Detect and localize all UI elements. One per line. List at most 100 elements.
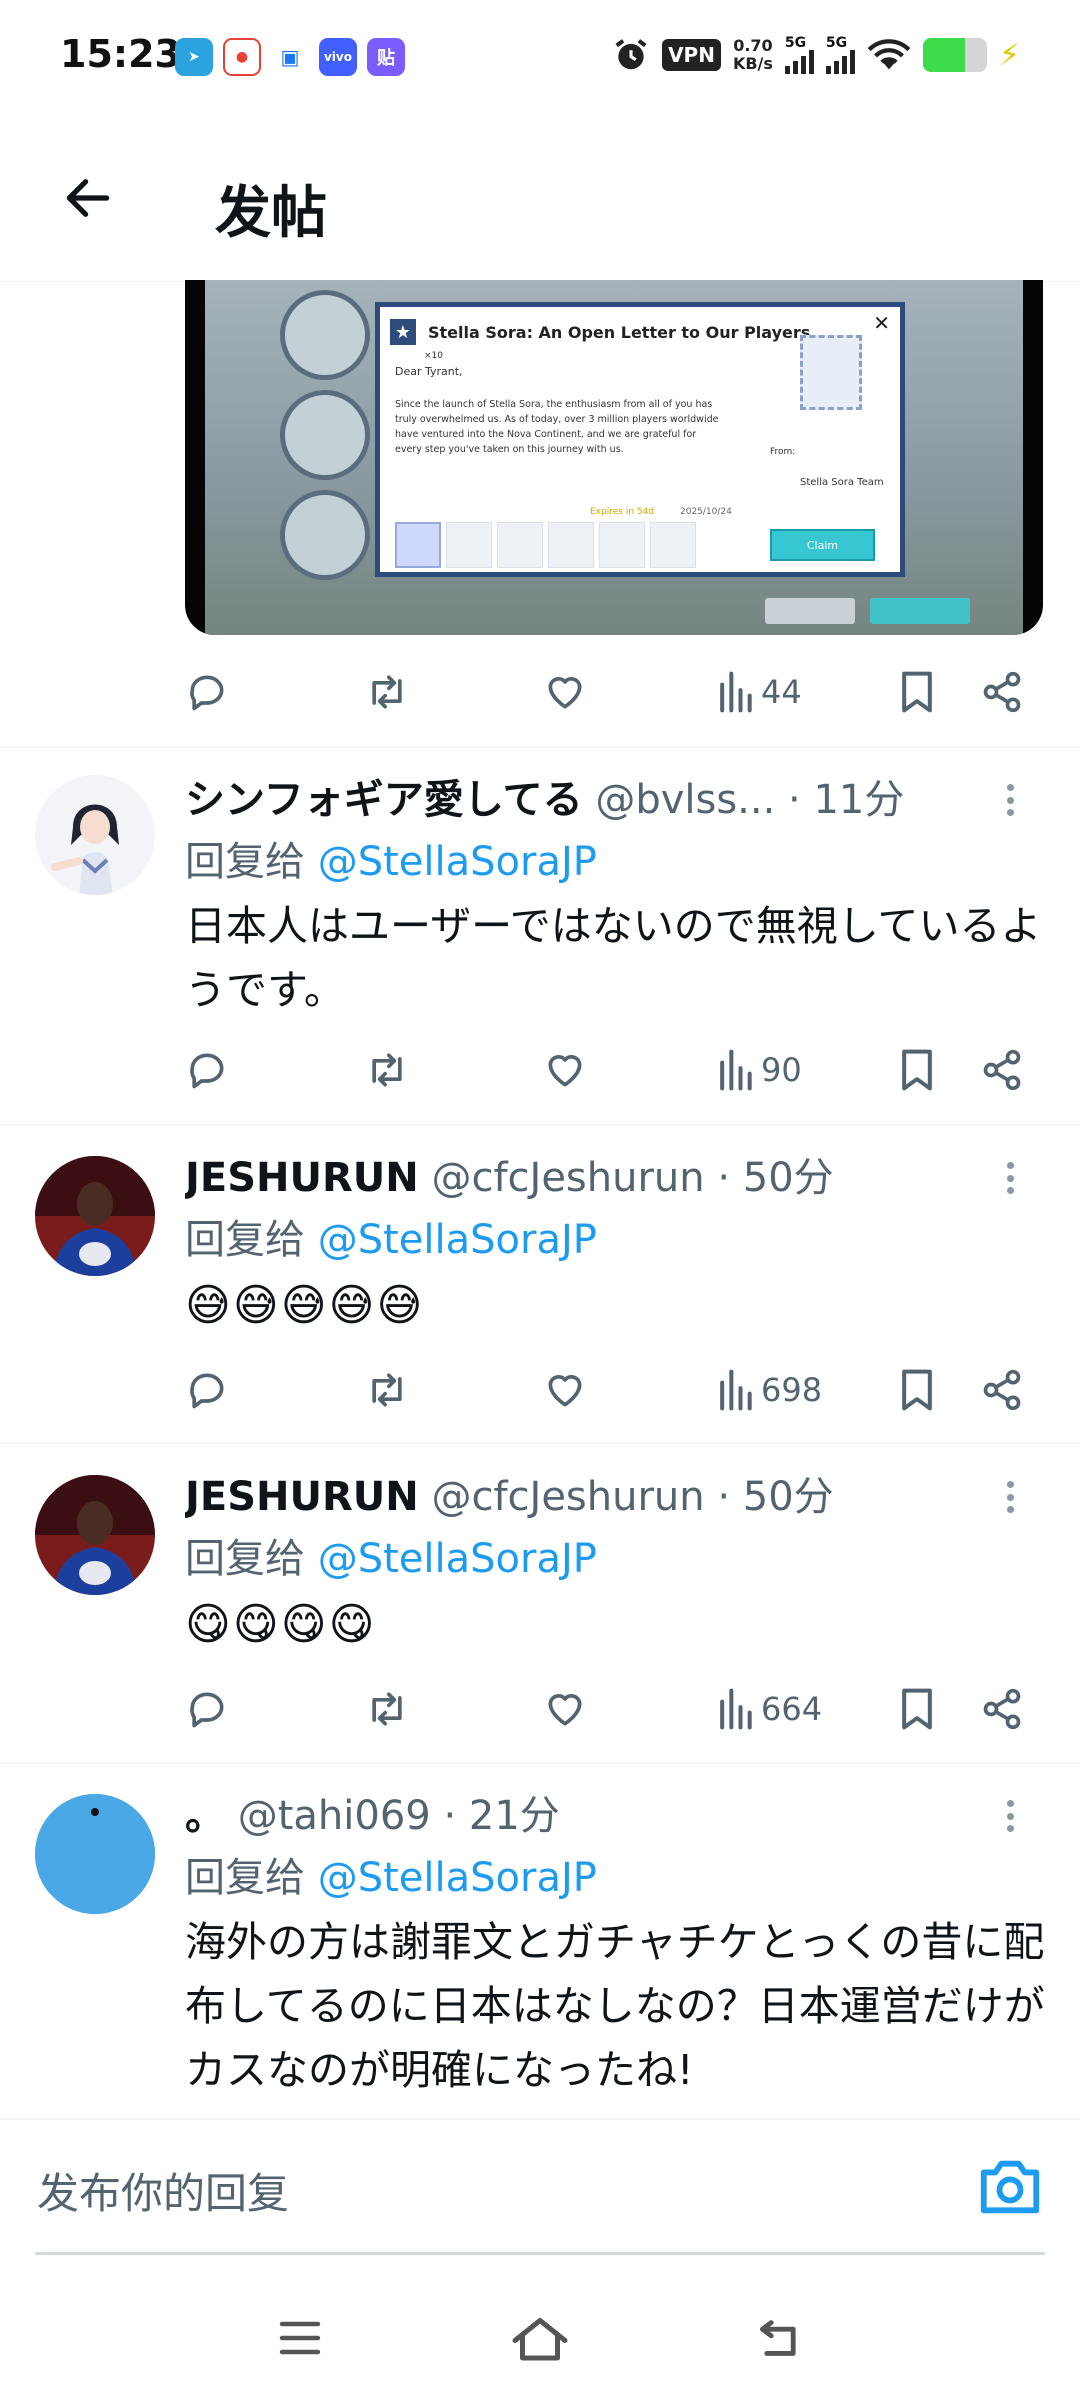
- reply-mention-link[interactable]: @StellaSoraJP: [318, 1855, 597, 1901]
- more-options-icon[interactable]: [990, 1477, 1030, 1517]
- views-button[interactable]: 664: [715, 1679, 822, 1739]
- bookmark-icon: [902, 1049, 932, 1091]
- reply-mention-link[interactable]: @StellaSoraJP: [318, 1217, 597, 1263]
- repost-icon: [372, 675, 402, 709]
- reward-row: [395, 522, 696, 568]
- player-photo-avatar-icon: [35, 1156, 155, 1276]
- reply-button[interactable]: [185, 662, 229, 722]
- back-button[interactable]: [52, 162, 124, 234]
- post-actions: 90: [185, 1040, 1025, 1100]
- post-header: シンフォギア愛してる @bvlss... · 11分: [185, 770, 1005, 830]
- share-button[interactable]: [980, 1040, 1024, 1100]
- avatar[interactable]: [35, 1156, 155, 1276]
- views-button[interactable]: 698: [715, 1360, 822, 1420]
- views-button[interactable]: 90: [715, 1040, 802, 1100]
- reply-button[interactable]: [185, 1360, 229, 1420]
- repost-button[interactable]: [363, 1040, 411, 1100]
- user-handle[interactable]: @bvlss...: [595, 777, 775, 823]
- post-time: · 50分: [717, 1155, 834, 1201]
- post-media-image[interactable]: ★ Stella Sora: An Open Letter to Our Pla…: [185, 280, 1043, 635]
- avatar[interactable]: [35, 1794, 155, 1914]
- back-nav-icon: [759, 2320, 796, 2356]
- like-button[interactable]: [543, 1360, 587, 1420]
- home-icon: [512, 2318, 568, 2361]
- more-options-icon[interactable]: [990, 780, 1030, 820]
- like-button[interactable]: [543, 1679, 587, 1739]
- like-button[interactable]: [543, 1040, 587, 1100]
- views-count: 90: [761, 1051, 802, 1089]
- avatar[interactable]: [35, 1475, 155, 1595]
- top-header: 发帖: [0, 110, 1080, 282]
- home-button[interactable]: [505, 2308, 575, 2368]
- star-icon: ★: [390, 319, 416, 345]
- repost-button[interactable]: [363, 1360, 411, 1420]
- player-photo-avatar-icon: [35, 1475, 155, 1595]
- reply-prefix: 回复给: [185, 1217, 305, 1263]
- reply-button[interactable]: [185, 1040, 229, 1100]
- divider: [0, 746, 1080, 748]
- back-nav-button[interactable]: [745, 2308, 815, 2368]
- signal-5g-2: 5G: [825, 36, 855, 74]
- stamp-icon: [800, 335, 862, 410]
- more-options-icon[interactable]: [990, 1796, 1030, 1836]
- views-chart-icon: [720, 1049, 752, 1091]
- user-display-name[interactable]: JESHURUN: [185, 1155, 419, 1201]
- more-options-icon[interactable]: [990, 1158, 1030, 1198]
- game-button: [765, 598, 855, 624]
- views-button[interactable]: 44: [715, 662, 802, 722]
- status-indicators: VPN 0.70 KB/s 5G 5G ⚡: [612, 30, 1020, 80]
- signal-bars-icon: [784, 50, 814, 74]
- page-title: 发帖: [215, 181, 327, 246]
- user-handle[interactable]: @cfcJeshurun: [431, 1155, 704, 1201]
- share-icon: [983, 1369, 1021, 1411]
- reply-icon: [190, 1053, 224, 1089]
- post-actions: 664: [185, 1679, 1025, 1739]
- status-time: 15:23: [60, 32, 181, 76]
- game-screenshot: ★ Stella Sora: An Open Letter to Our Pla…: [205, 280, 1023, 635]
- post-header: 。 @tahi069 · 21分: [185, 1786, 1005, 1846]
- views-count: 664: [761, 1690, 823, 1728]
- reply-input[interactable]: 发布你的回复: [37, 2160, 289, 2221]
- letter-date: 2025/10/24: [680, 507, 732, 517]
- bookmark-button[interactable]: [897, 1679, 937, 1739]
- recent-apps-button[interactable]: [265, 2308, 335, 2368]
- reply-mention-link[interactable]: @StellaSoraJP: [318, 1536, 597, 1582]
- claim-button: Claim: [770, 529, 875, 561]
- reward-slot: [497, 522, 543, 568]
- bookmark-button[interactable]: [897, 1040, 937, 1100]
- repost-button[interactable]: [363, 662, 411, 722]
- views-chart-icon: [720, 671, 752, 713]
- arrow-left-icon: [66, 179, 110, 217]
- post-time: · 50分: [717, 1474, 834, 1520]
- bookmark-button[interactable]: [897, 662, 937, 722]
- post-header: JESHURUN @cfcJeshurun · 50分: [185, 1148, 1005, 1208]
- composer-underline: [35, 2252, 1045, 2255]
- reply-button[interactable]: [185, 1679, 229, 1739]
- post-actions: 44: [185, 662, 1025, 722]
- game-button: [870, 598, 970, 624]
- avatar[interactable]: [35, 775, 155, 895]
- post-time: · 21分: [443, 1793, 560, 1839]
- repost-icon: [372, 1053, 402, 1087]
- user-display-name[interactable]: JESHURUN: [185, 1474, 419, 1520]
- user-display-name[interactable]: 。: [185, 1793, 225, 1839]
- share-button[interactable]: [980, 662, 1024, 722]
- reply-mention-link[interactable]: @StellaSoraJP: [318, 839, 597, 885]
- repost-button[interactable]: [363, 1679, 411, 1739]
- system-nav-bar: [0, 2280, 1080, 2400]
- user-display-name[interactable]: シンフォギア愛してる: [185, 777, 583, 823]
- user-handle[interactable]: @tahi069: [238, 1793, 431, 1839]
- post-time: · 11分: [788, 777, 905, 823]
- post-text: 😅😅😅😅😅: [185, 1280, 425, 1331]
- share-button[interactable]: [980, 1679, 1024, 1739]
- like-button[interactable]: [543, 662, 587, 722]
- bookmark-button[interactable]: [897, 1360, 937, 1420]
- post-header: JESHURUN @cfcJeshurun · 50分: [185, 1467, 1005, 1527]
- share-button[interactable]: [980, 1360, 1024, 1420]
- user-handle[interactable]: @cfcJeshurun: [431, 1474, 704, 1520]
- character-portrait: [280, 490, 370, 580]
- reply-to-line: 回复给 @StellaSoraJP: [185, 1210, 597, 1270]
- reply-to-line: 回复给 @StellaSoraJP: [185, 1529, 597, 1589]
- post-text: 日本人はユーザーではないので無視しているようです。: [185, 902, 1042, 1014]
- camera-button[interactable]: [975, 2152, 1045, 2222]
